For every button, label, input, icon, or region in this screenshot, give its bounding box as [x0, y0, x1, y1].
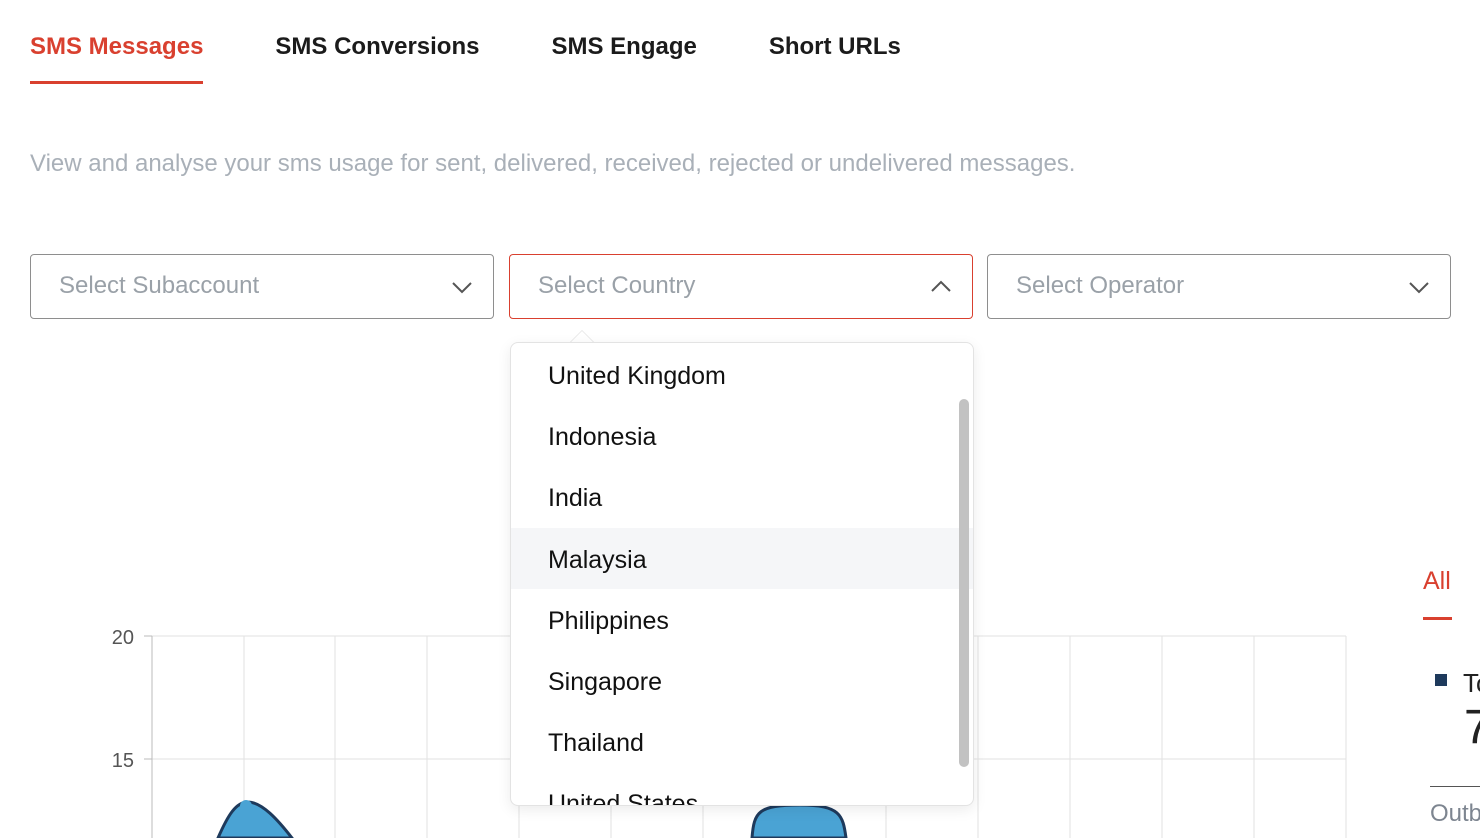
- y-tick-label: 15: [112, 750, 134, 772]
- country-option[interactable]: Indonesia: [511, 405, 973, 466]
- legend-label: To: [1463, 668, 1480, 698]
- legend-swatch: [1435, 674, 1447, 686]
- country-options-list: United Kingdom Indonesia India Malaysia …: [511, 344, 973, 805]
- area-series-peak: [750, 803, 848, 838]
- data-point: [240, 800, 252, 812]
- dropdown-scrollbar[interactable]: [959, 399, 969, 767]
- country-option[interactable]: Malaysia: [511, 527, 973, 589]
- subaccount-select[interactable]: Select Subaccount: [30, 254, 494, 319]
- filter-all-tab[interactable]: All: [1423, 567, 1452, 620]
- y-tick-label: 20: [112, 627, 134, 649]
- outbound-label: Outb: [1430, 800, 1480, 827]
- divider: [1430, 786, 1480, 787]
- tab-short-urls[interactable]: Short URLs: [769, 0, 901, 84]
- country-select[interactable]: Select Country: [509, 254, 973, 319]
- page-description: View and analyse your sms usage for sent…: [30, 150, 1076, 177]
- area-series-peak: [216, 800, 294, 838]
- country-placeholder: Select Country: [538, 272, 696, 299]
- legend-value: 7: [1464, 701, 1480, 754]
- operator-placeholder: Select Operator: [1016, 272, 1185, 299]
- country-option[interactable]: Philippines: [511, 589, 973, 650]
- chevron-up-icon: [931, 280, 951, 292]
- country-option[interactable]: Singapore: [511, 650, 973, 711]
- country-option[interactable]: Thailand: [511, 711, 973, 772]
- tab-sms-messages[interactable]: SMS Messages: [30, 0, 204, 84]
- tab-sms-engage[interactable]: SMS Engage: [551, 0, 696, 84]
- chevron-down-icon: [452, 282, 472, 294]
- operator-select[interactable]: Select Operator: [987, 254, 1451, 319]
- country-option[interactable]: United Kingdom: [511, 344, 973, 405]
- chevron-down-icon: [1409, 282, 1429, 294]
- subaccount-placeholder: Select Subaccount: [59, 272, 260, 299]
- country-option[interactable]: India: [511, 466, 973, 527]
- tab-bar: SMS Messages SMS Conversions SMS Engage …: [30, 0, 973, 84]
- country-dropdown: United Kingdom Indonesia India Malaysia …: [510, 342, 974, 806]
- dropdown-caret: [570, 330, 594, 342]
- country-option[interactable]: United States: [511, 772, 973, 805]
- tab-sms-conversions[interactable]: SMS Conversions: [275, 0, 479, 84]
